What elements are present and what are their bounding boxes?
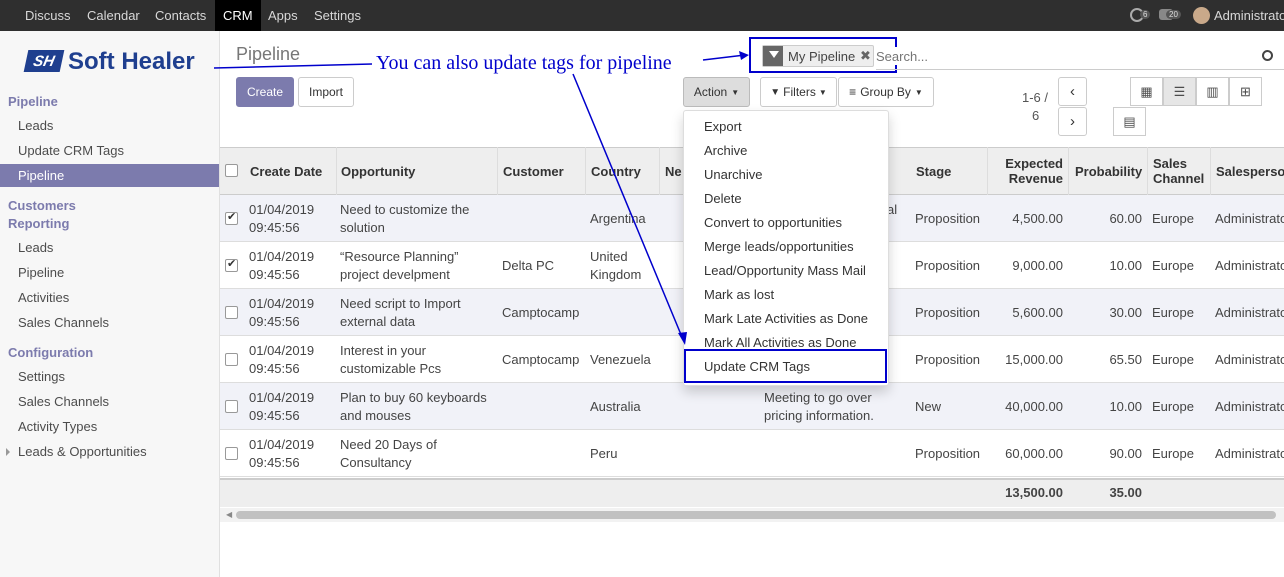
annotation-arrow-to-facet xyxy=(702,54,746,61)
arrowhead xyxy=(739,51,749,60)
annotation-line xyxy=(213,63,373,69)
arrowhead xyxy=(678,332,687,345)
annotation-arrow-to-menu xyxy=(572,73,683,338)
annotation-arrows xyxy=(213,51,749,345)
